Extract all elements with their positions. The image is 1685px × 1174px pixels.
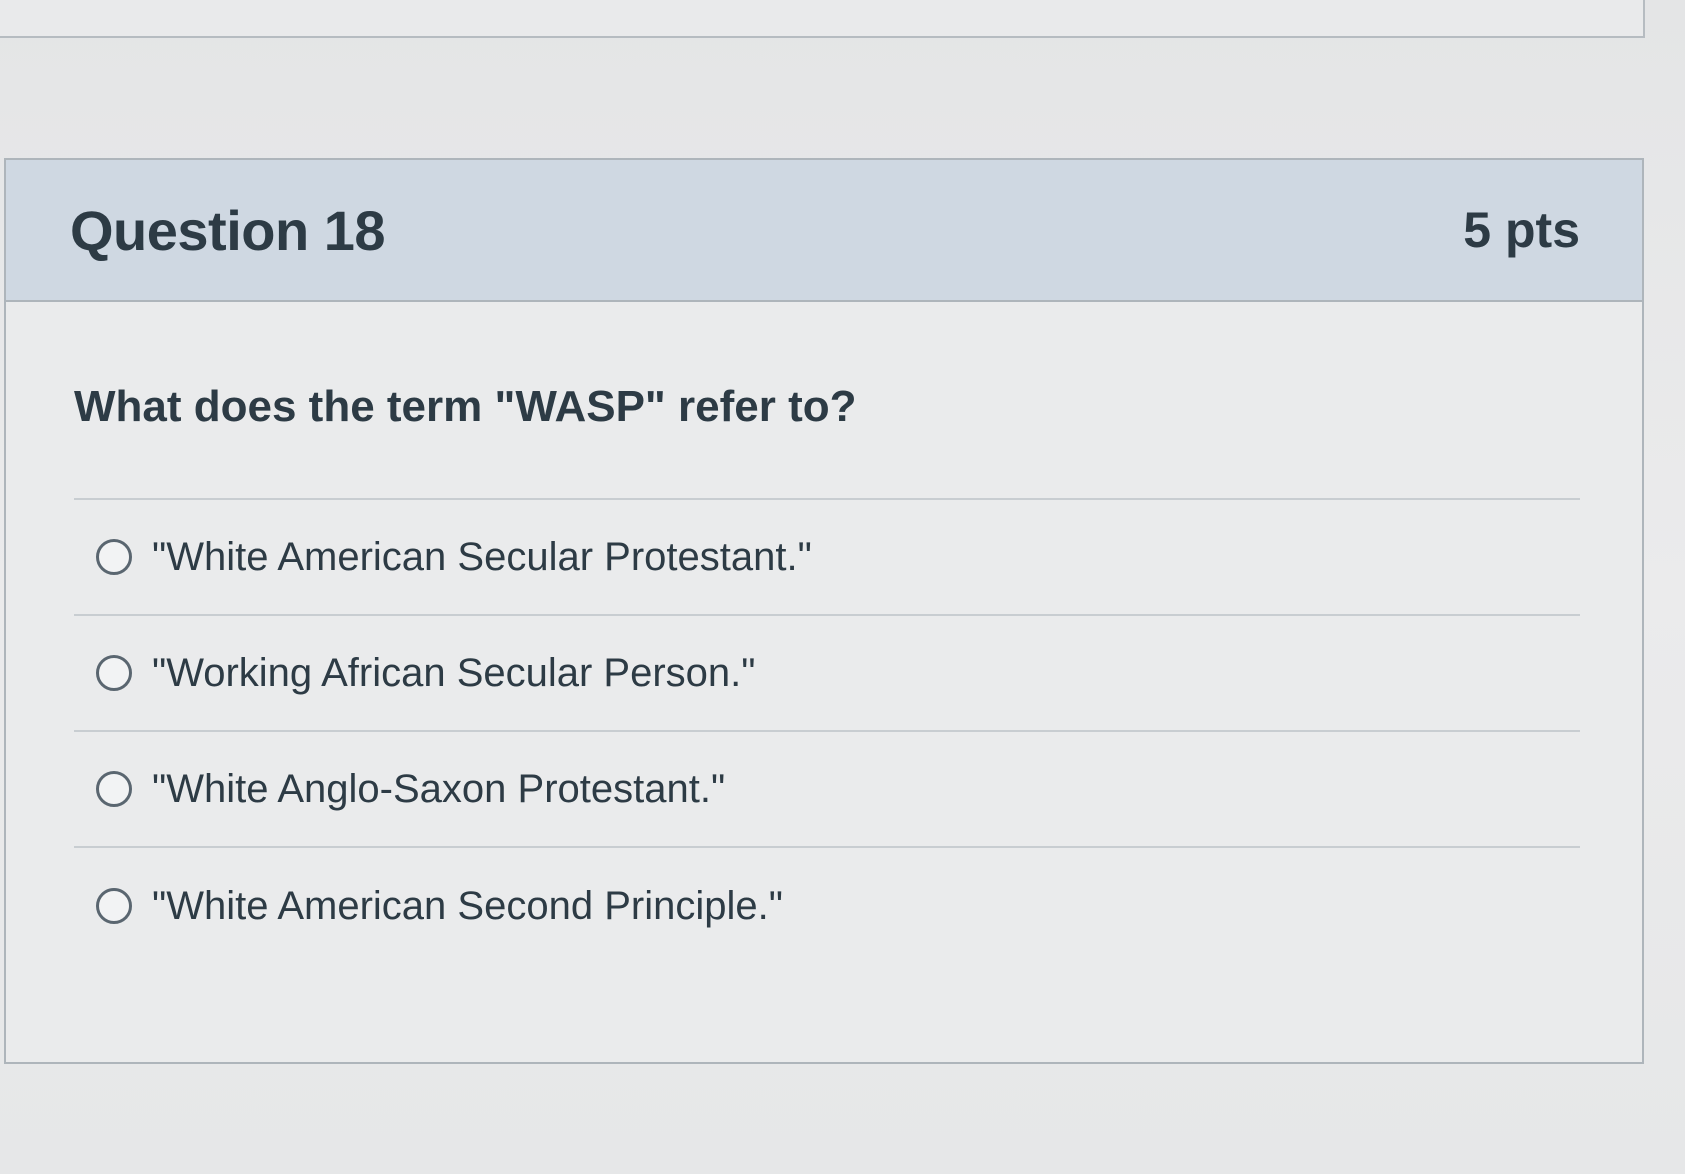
question-title: Question 18 (70, 198, 386, 262)
answer-option-2[interactable]: "Working African Secular Person." (74, 616, 1580, 732)
question-points: 5 pts (1463, 202, 1580, 258)
answer-label[interactable]: "White American Secular Protestant." (152, 535, 812, 580)
radio-button-icon[interactable] (96, 771, 132, 807)
answer-option-4[interactable]: "White American Second Principle." (74, 848, 1580, 964)
question-header: Question 18 5 pts (6, 160, 1642, 302)
answer-label[interactable]: "White American Second Principle." (152, 884, 783, 929)
radio-button-icon[interactable] (96, 655, 132, 691)
answer-label[interactable]: "Working African Secular Person." (152, 651, 755, 696)
question-body: What does the term "WASP" refer to? "Whi… (6, 302, 1642, 964)
answer-option-1[interactable]: "White American Secular Protestant." (74, 500, 1580, 616)
radio-button-icon[interactable] (96, 888, 132, 924)
answer-label[interactable]: "White Anglo-Saxon Protestant." (152, 767, 725, 812)
previous-question-card (0, 0, 1645, 38)
question-text: What does the term "WASP" refer to? (74, 382, 857, 431)
answer-option-3[interactable]: "White Anglo-Saxon Protestant." (74, 732, 1580, 848)
question-card: Question 18 5 pts What does the term "WA… (4, 158, 1644, 1064)
answer-list: "White American Secular Protestant." "Wo… (74, 498, 1580, 964)
quiz-page: Question 18 5 pts What does the term "WA… (0, 0, 1685, 1174)
radio-button-icon[interactable] (96, 539, 132, 575)
